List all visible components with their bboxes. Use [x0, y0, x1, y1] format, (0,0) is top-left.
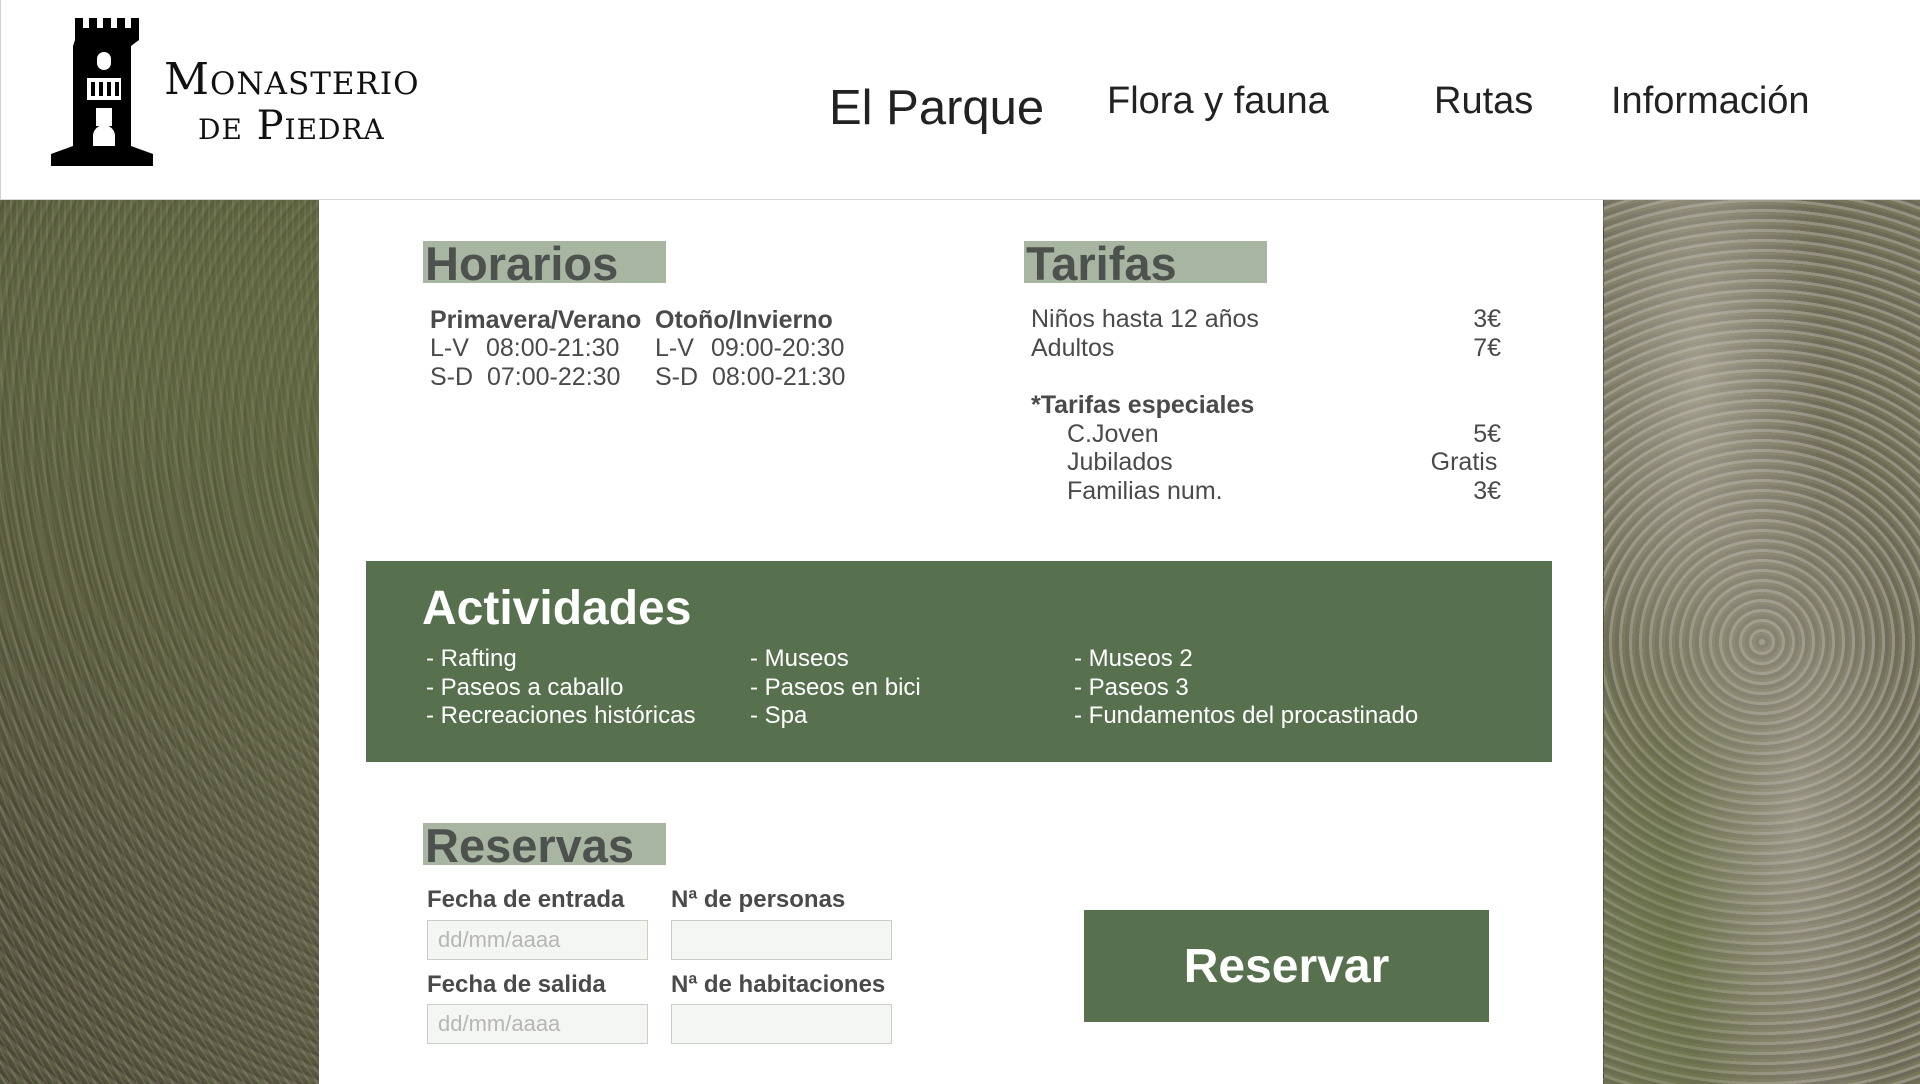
tarifas-title: Tarifas [1024, 240, 1267, 287]
tarifas-especiales-title: *Tarifas especiales [1031, 391, 1255, 419]
rooms-input[interactable] [671, 1004, 892, 1044]
activity-item: - Paseos 3 [1074, 674, 1189, 701]
season-spring-summer: Primavera/Verano [430, 306, 642, 334]
rock-background-right [1604, 200, 1920, 1084]
activity-item: - Museos 2 [1074, 645, 1193, 672]
entry-date-label: Fecha de entrada [427, 886, 625, 913]
horarios-title: Horarios [423, 240, 666, 287]
nav-informacion[interactable]: Información [1611, 80, 1810, 123]
tarifa-price: 5€ [1473, 420, 1501, 448]
schedule-hours: 08:00-21:30 [712, 363, 846, 391]
tarifa-price: Gratis [1430, 448, 1498, 476]
schedule-days: S-D [655, 363, 699, 391]
actividades-section: Actividades - Rafting - Paseos a caballo… [366, 561, 1552, 762]
activity-item: - Recreaciones históricas [426, 702, 696, 729]
schedule-days: L-V [655, 334, 694, 362]
tarifa-label: Adultos [1031, 334, 1115, 362]
schedule-hours: 08:00-21:30 [486, 334, 620, 362]
brand-name-line2: de Piedra [198, 103, 385, 149]
nav-el-parque[interactable]: El Parque [829, 80, 1044, 136]
tower-icon [51, 18, 153, 166]
rooms-label: Nª de habitaciones [671, 971, 886, 998]
reservar-button[interactable]: Reservar [1084, 910, 1489, 1022]
schedule-days: S-D [430, 363, 474, 391]
actividades-title: Actividades [422, 582, 692, 635]
schedule-days: L-V [430, 334, 469, 362]
persons-label: Nª de personas [671, 886, 846, 913]
activity-item: - Museos [750, 645, 849, 672]
persons-input[interactable] [671, 920, 892, 960]
site-header: Monasterio de Piedra El Parque Flora y f… [0, 0, 1920, 200]
exit-date-input[interactable] [427, 1004, 648, 1044]
activity-item: - Rafting [426, 645, 517, 672]
schedule-hours: 07:00-22:30 [487, 363, 621, 391]
tarifa-label: Jubilados [1067, 448, 1173, 476]
reservas-title: Reservas [423, 822, 666, 869]
tarifa-label: C.Joven [1067, 420, 1159, 448]
entry-date-input[interactable] [427, 920, 648, 960]
main-content-panel: Horarios Primavera/Verano L-V 08:00-21:3… [319, 200, 1603, 1084]
tarifa-price: 3€ [1473, 305, 1501, 333]
season-autumn-winter: Otoño/Invierno [655, 306, 833, 334]
activity-item: - Paseos a caballo [426, 674, 624, 701]
tarifa-price: 3€ [1473, 477, 1501, 505]
activity-item: - Paseos en bici [750, 674, 921, 701]
tarifa-label: Familias num. [1067, 477, 1223, 505]
exit-date-label: Fecha de salida [427, 971, 606, 998]
brand-name: Monasterio de Piedra [164, 54, 464, 149]
nav-rutas[interactable]: Rutas [1434, 80, 1533, 123]
tarifa-price: 7€ [1473, 334, 1501, 362]
activity-item: - Spa [750, 702, 808, 729]
brand-name-line1: Monasterio [164, 54, 420, 105]
schedule-hours: 09:00-20:30 [711, 334, 845, 362]
activity-item: - Fundamentos del procastinado [1074, 702, 1419, 729]
tarifa-label: Niños hasta 12 años [1031, 305, 1259, 333]
nav-flora-y-fauna[interactable]: Flora y fauna [1107, 80, 1329, 123]
logo[interactable]: Monasterio de Piedra [49, 18, 429, 170]
